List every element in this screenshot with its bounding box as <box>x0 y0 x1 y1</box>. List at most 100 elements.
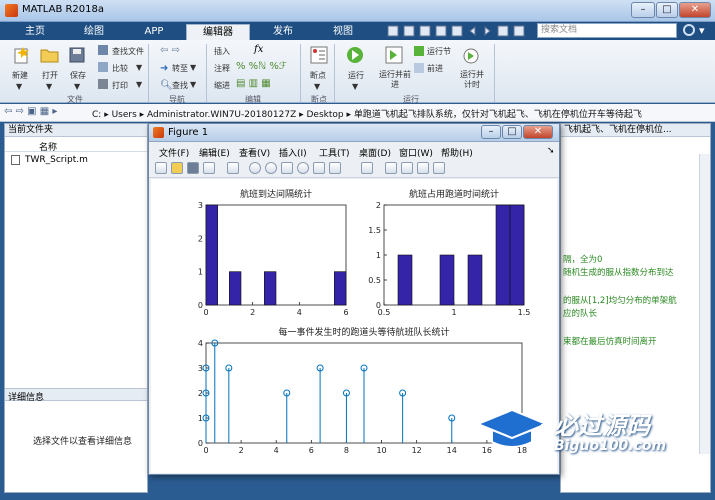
goto-button[interactable]: 转至 <box>172 63 188 74</box>
run-section-button[interactable]: 运行节 <box>427 46 451 57</box>
run-and-time-button[interactable]: 运行并计时 <box>457 70 487 90</box>
new-figure-icon[interactable] <box>155 162 167 174</box>
x-tick-label: 2 <box>250 308 255 317</box>
name-column-header[interactable]: 名称 <box>39 140 57 153</box>
colorbar-icon[interactable] <box>385 162 397 174</box>
title-bar: MATLAB R2018a – □ ✕ <box>0 0 715 22</box>
menu-file[interactable]: 文件(F) <box>159 146 189 159</box>
tab-editor[interactable]: 编辑器 <box>186 24 250 40</box>
watermark-url: Biguo100.com <box>554 438 667 454</box>
x-tick-label: 0 <box>203 308 208 317</box>
x-tick-label: 6 <box>309 446 314 455</box>
figure-close-button[interactable]: ✕ <box>523 125 553 139</box>
menu-dock-icon[interactable]: ➘ <box>547 146 555 156</box>
ribbon: 新建 ▼ 打开 ▼ 保存 ▼ 查找文件 比较 ▼ 打印 ▼ ⇦ ⇨ ➜ 转至 ▼… <box>0 40 715 103</box>
brush-icon[interactable] <box>329 162 341 174</box>
save-button[interactable]: 保存 <box>70 70 86 81</box>
comment-button[interactable]: 注释 <box>214 63 230 74</box>
advance-button[interactable]: 前进 <box>427 63 443 74</box>
figure-maximize-button[interactable]: □ <box>502 125 522 139</box>
path-segment[interactable]: Administrator.WIN7U-20180127Z <box>147 110 296 120</box>
figure-title: Figure 1 <box>168 127 209 138</box>
path-segment[interactable]: Users <box>112 110 137 120</box>
indent-icons[interactable]: ▤ ▥ ▦ <box>236 78 271 89</box>
menu-tools[interactable]: 工具(T) <box>319 146 350 159</box>
find-button[interactable]: 查找 <box>172 80 188 91</box>
tab-view[interactable]: 视图 <box>316 24 370 40</box>
figure-minimize-button[interactable]: – <box>481 125 501 139</box>
link-plot-icon[interactable] <box>361 162 373 174</box>
y-tick-label: 0 <box>198 301 203 310</box>
file-list-item[interactable]: TWR_Script.m <box>11 154 141 167</box>
nav-arrows-icon[interactable]: ⇦ ⇨ ▣ ▦ ▸ <box>4 106 57 117</box>
quick-access-toolbar <box>384 24 534 38</box>
details-hint: 选择文件以查看详细信息 <box>33 437 133 447</box>
open-folder-icon[interactable] <box>40 46 59 64</box>
run-time-icon[interactable] <box>462 46 480 64</box>
menu-desktop[interactable]: 桌面(D) <box>359 146 391 159</box>
path-segment[interactable]: 单跑道飞机起飞排队系统，仅针对飞机起飞、飞机在停机位开车等待起飞 <box>354 110 642 120</box>
show-tools-icon[interactable] <box>433 162 445 174</box>
menu-edit[interactable]: 编辑(E) <box>199 146 230 159</box>
breakpoints-button[interactable]: 断点 <box>310 70 326 81</box>
run-advance-button[interactable]: 运行并前进 <box>378 70 412 90</box>
zoom-in-icon[interactable] <box>249 162 261 174</box>
pan-icon[interactable] <box>281 162 293 174</box>
current-path[interactable]: C: ▸ Users ▸ Administrator.WIN7U-2018012… <box>92 107 642 120</box>
m-file-icon <box>11 155 20 165</box>
find-files-button[interactable]: 查找文件 <box>112 46 144 57</box>
menu-view[interactable]: 查看(V) <box>239 146 270 159</box>
print-figure-icon[interactable] <box>203 162 215 174</box>
back-arrow-icon[interactable]: ⇦ ⇨ <box>160 45 180 56</box>
tab-home[interactable]: 主页 <box>8 24 62 40</box>
legend-icon[interactable] <box>401 162 413 174</box>
y-tick-label: 0 <box>376 301 381 310</box>
histogram-bar <box>334 271 347 306</box>
data-cursor-icon[interactable] <box>313 162 325 174</box>
save-icon[interactable] <box>68 46 86 64</box>
goto-icon: ➜ <box>160 63 169 74</box>
code-comment-line: 的服从[1,2]均匀分布的单架航 <box>563 296 677 306</box>
tab-apps[interactable]: APP <box>126 24 182 40</box>
search-documentation-input[interactable]: 搜索文档 <box>537 23 677 38</box>
new-button[interactable]: 新建 <box>12 70 28 81</box>
path-segment[interactable]: Desktop <box>307 110 344 120</box>
minimize-button[interactable]: – <box>631 2 655 18</box>
maximize-button[interactable]: □ <box>656 2 678 18</box>
print-button[interactable]: 打印 <box>112 80 128 91</box>
x-tick-label: 2 <box>239 446 244 455</box>
close-button[interactable]: ✕ <box>679 2 711 18</box>
open-button[interactable]: 打开 <box>42 70 58 81</box>
help-icon[interactable]: ▾ <box>699 24 705 37</box>
quick-access-icons[interactable] <box>384 24 534 38</box>
zoom-out-icon[interactable] <box>265 162 277 174</box>
run-icon[interactable] <box>346 46 364 64</box>
new-icon[interactable] <box>12 46 30 64</box>
menu-help[interactable]: 帮助(H) <box>441 146 473 159</box>
watermark-logo: 必过源码 Biguo100.com <box>470 400 710 462</box>
rotate-icon[interactable] <box>297 162 309 174</box>
menu-window[interactable]: 窗口(W) <box>399 146 433 159</box>
tab-plots[interactable]: 绘图 <box>64 24 124 40</box>
y-tick-label: 2 <box>376 201 381 210</box>
pointer-icon[interactable] <box>227 162 239 174</box>
search-icon[interactable] <box>683 24 695 36</box>
figure-toolbar <box>149 160 559 178</box>
run-advance-icon[interactable] <box>385 46 403 64</box>
menu-insert[interactable]: 插入(I) <box>279 146 307 159</box>
indent-button[interactable]: 缩进 <box>214 80 230 91</box>
insert-button[interactable]: 插入 <box>214 46 230 57</box>
path-segment[interactable]: C: <box>92 110 101 120</box>
compare-button[interactable]: 比较 <box>112 63 128 74</box>
comment-percent-icons[interactable]: % %ℕ %ℱ <box>236 61 287 72</box>
save-figure-icon[interactable] <box>187 162 199 174</box>
open-file-icon[interactable] <box>171 162 183 174</box>
fx-icon[interactable]: fx <box>254 44 263 55</box>
run-button[interactable]: 运行 <box>348 70 364 81</box>
editor-tab[interactable]: 飞机起飞、飞机在停机位... <box>561 124 710 137</box>
x-tick-label: 6 <box>343 308 348 317</box>
x-tick-label: 8 <box>344 446 349 455</box>
hide-tools-icon[interactable] <box>417 162 429 174</box>
breakpoints-icon[interactable] <box>310 46 328 64</box>
tab-publish[interactable]: 发布 <box>254 24 312 40</box>
